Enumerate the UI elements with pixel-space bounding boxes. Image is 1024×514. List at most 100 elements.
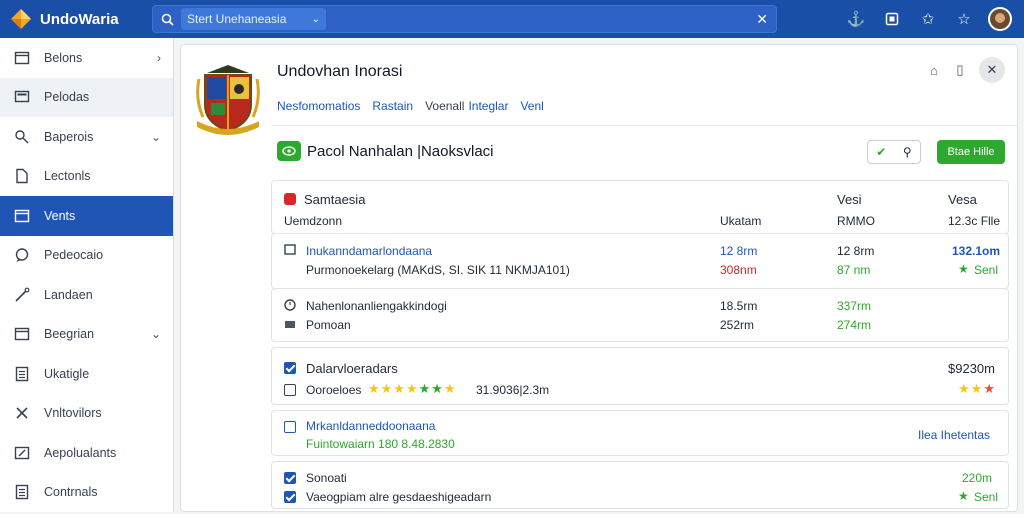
crest-logo <box>193 59 263 139</box>
row-title[interactable]: Nahenlonanliengakkindogi <box>306 299 447 313</box>
row-checkbox[interactable] <box>284 491 296 506</box>
screen-icon[interactable] <box>874 12 910 26</box>
sidebar-item-label: Lectonls <box>44 169 91 184</box>
header-subtitle: Uemdzonn <box>284 214 343 228</box>
toolbar: Pacol Nanhalan |Naoksvlaci <box>277 141 494 161</box>
sidebar-item-9[interactable]: Vnltovilors <box>0 394 173 434</box>
rating-text: 31.9036|2.3m <box>476 383 550 397</box>
main-panel: Undovhan Inorasi ⌂ ▯ ✕ Nesfomomatios Ras… <box>180 44 1018 512</box>
table-row[interactable]: Nahenlonanliengakkindogi Pomoan 18.5rm 2… <box>271 288 1009 342</box>
clock-icon <box>284 299 296 314</box>
star-icon: ★ <box>958 489 969 503</box>
row-checkbox[interactable] <box>284 472 296 487</box>
row-subtitle: Ooroeloes <box>306 383 362 397</box>
sidebar-item-0[interactable]: Belons › <box>0 38 173 78</box>
table-row[interactable]: Mrkanldanneddoonaana Fuintowaiarn 180 8.… <box>271 410 1009 456</box>
chevron-down-icon: ⌄ <box>150 129 161 144</box>
row-value: 87 nm <box>837 263 871 277</box>
tab-2[interactable]: Voenall <box>425 99 464 113</box>
table-row[interactable]: Sonoati Vaeogpiam alre gesdaeshigeadarn … <box>271 461 1009 509</box>
primary-action-button[interactable]: Btae Hille <box>937 140 1005 164</box>
toolbar-label: Pacol Nanhalan |Naoksvlaci <box>307 142 494 160</box>
monitor-icon <box>284 244 296 259</box>
sidebar-item-6[interactable]: Landaen <box>0 275 173 315</box>
alert-icon <box>284 193 296 205</box>
table-row[interactable]: Inukanndamarlondaana Purmonoekelarg (MAK… <box>271 233 1009 289</box>
sidebar-item-7[interactable]: Beegrian ⌄ <box>0 315 173 355</box>
app-title: UndoWaria <box>40 10 119 28</box>
search-icon[interactable] <box>153 13 181 26</box>
row-value: 337rm <box>837 299 872 313</box>
row-subtitle: Purmonoekelarg (MAKdS, SI. SIK 11 NKMJA1… <box>306 263 570 277</box>
col1-header: Ukatam <box>720 214 762 228</box>
row-value: 132.1om <box>952 244 1001 258</box>
sidebar-item-11[interactable]: Contrnals <box>0 473 173 513</box>
favorite-icon[interactable]: ☆ <box>946 10 982 28</box>
tab-3[interactable]: Integlar <box>468 99 508 113</box>
sidebar: Belons › Pelodas Baperois ⌄ Lectonls Ven… <box>0 38 174 512</box>
row-title[interactable]: Sonoati <box>306 471 347 485</box>
close-icon[interactable]: ✕ <box>979 57 1005 83</box>
sidebar-item-label: Pedeocaio <box>44 248 104 263</box>
chevron-down-icon: ⌄ <box>150 327 161 342</box>
row-checkbox[interactable] <box>284 421 296 436</box>
tab-4[interactable]: Venl <box>520 99 543 113</box>
home-icon[interactable]: ⌂ <box>921 63 947 78</box>
list-icon <box>12 482 32 502</box>
sidebar-item-8[interactable]: Ukatigle <box>0 354 173 394</box>
header-title: Samtaesia <box>304 192 366 207</box>
sidebar-item-3[interactable]: Lectonls <box>0 157 173 197</box>
monitor-icon <box>12 87 32 107</box>
search-scope-label: Stert Unehaneasia <box>187 12 287 26</box>
row-title[interactable]: Dalarvloeradars <box>306 361 398 376</box>
sidebar-item-4[interactable]: Vents <box>0 196 173 236</box>
sidebar-item-5[interactable]: Pedeocaio <box>0 236 173 276</box>
bookmark-icon[interactable]: ▯ <box>947 62 973 78</box>
col2-title: Vesi <box>837 192 862 207</box>
search-scope-dropdown[interactable]: Stert Unehaneasia ⌄ <box>181 8 326 30</box>
chevron-right-icon: › <box>157 50 161 65</box>
sidebar-item-label: Beegrian <box>44 327 95 342</box>
avatar[interactable] <box>988 7 1012 31</box>
verify-button[interactable]: ✔ ⚲ <box>867 140 921 164</box>
row-link[interactable]: Ilea Ihetentas <box>918 428 990 442</box>
search-icon: ⚲ <box>902 145 912 159</box>
row-title[interactable]: Mrkanldanneddoonaana <box>306 419 435 433</box>
sidebar-item-10[interactable]: Aepolualants <box>0 433 173 473</box>
row-checkbox[interactable] <box>284 362 296 377</box>
edit-icon <box>12 443 32 463</box>
row-value: 308nm <box>720 263 757 277</box>
rating-stars: ★★★★★★★ <box>368 381 457 396</box>
tab-bar: Nesfomomatios Rastain Voenall Integlar V… <box>277 99 556 113</box>
window-icon <box>12 48 32 68</box>
row-status: Senl <box>974 263 999 277</box>
row-title[interactable]: Inukanndamarlondaana <box>306 244 432 258</box>
row-subtitle: Pomoan <box>306 318 351 332</box>
sidebar-item-label: Belons <box>44 50 83 65</box>
sidebar-item-label: Vnltovilors <box>44 406 102 421</box>
row-status: Senl <box>974 490 999 504</box>
sidebar-item-label: Ukatigle <box>44 366 90 381</box>
col3-title: Vesa <box>948 192 977 207</box>
tab-1[interactable]: Rastain <box>372 99 413 113</box>
row-checkbox[interactable] <box>284 384 296 399</box>
table-header: Samtaesia Uemdzonn Ukatam Vesi RMMO Vesa… <box>271 180 1009 234</box>
header-divider <box>271 125 1017 126</box>
row-value: 252rm <box>720 318 755 332</box>
chevron-down-icon: ⌄ <box>311 13 320 25</box>
search-bar[interactable]: Stert Unehaneasia ⌄ ✕ <box>152 5 777 33</box>
row-amount: $9230m <box>948 361 995 376</box>
app-logo[interactable]: UndoWaria <box>10 8 142 30</box>
anchor-icon[interactable]: ⚓ <box>838 10 874 28</box>
tab-0[interactable]: Nesfomomatios <box>277 99 360 113</box>
eye-icon[interactable] <box>277 141 301 161</box>
sidebar-item-2[interactable]: Baperois ⌄ <box>0 117 173 157</box>
close-icon[interactable]: ✕ <box>756 11 768 28</box>
sidebar-item-label: Contrnals <box>44 485 98 500</box>
check-icon: ✔ <box>876 145 887 159</box>
star-settings-icon[interactable]: ✩ <box>910 10 946 28</box>
table-row[interactable]: Dalarvloeradars Ooroeloes ★★★★★★★ 31.903… <box>271 347 1009 405</box>
sidebar-item-label: Pelodas <box>44 90 90 105</box>
row-value: 12 8rm <box>720 244 758 258</box>
sidebar-item-1[interactable]: Pelodas <box>0 77 173 117</box>
